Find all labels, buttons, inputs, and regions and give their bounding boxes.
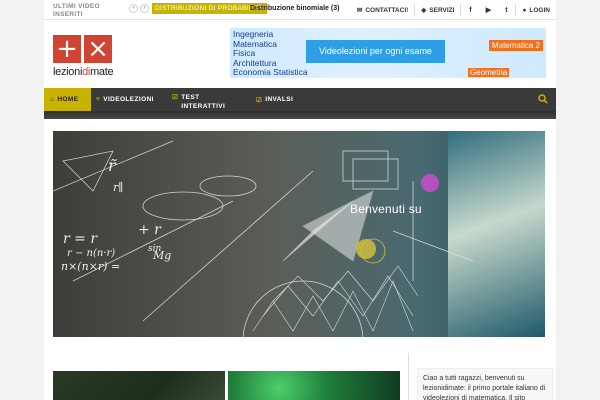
user-icon: ● <box>522 6 527 14</box>
nav-item-label: TEST INTERATTIVI <box>181 94 226 110</box>
page: ULTIMI VIDEO INSERITI ‹ › DISTRIBUZIONI … <box>0 0 600 400</box>
nav-item-label: VIDEOLEZIONI <box>103 96 154 103</box>
chevron-left-icon[interactable]: ‹ <box>129 4 138 13</box>
svg-text:n×(n×r) =: n×(n×r) = <box>61 260 120 273</box>
checkbox-icon: ☑ <box>172 94 179 101</box>
main-nav: ⌂ HOME ≡ VIDEOLEZIONI ☑ TEST INTERATTIVI… <box>44 88 556 111</box>
svg-text:+ r: + r <box>138 222 162 238</box>
nav-item-home[interactable]: ⌂ HOME <box>44 88 91 111</box>
ticker-arrows: ‹ › <box>129 4 149 13</box>
nav-shadow <box>44 111 556 119</box>
plus-icon: + <box>53 35 81 63</box>
welcome-text: Ciao a tutti ragazzi, benvenuti su lezio… <box>417 368 553 400</box>
ticker-title-link[interactable]: Distribuzione binomiale (3) <box>250 3 339 14</box>
nav-item-label: HOME <box>57 96 79 103</box>
facebook-icon[interactable]: f <box>461 7 479 14</box>
twitter-icon[interactable]: t <box>497 7 515 14</box>
login-link[interactable]: ● LOGIN <box>516 0 556 20</box>
nav-item-label: INVALSI <box>265 96 294 103</box>
ad-banner[interactable]: Ingegneria Matematica Fisica Architettur… <box>230 28 546 78</box>
hero-caption: Benvenuti su <box>350 202 422 216</box>
home-icon: ⌂ <box>50 96 55 103</box>
nav-item-videolezioni[interactable]: ≡ VIDEOLEZIONI <box>96 88 154 111</box>
banner-cta-button[interactable]: Videolezioni per ogni esame <box>306 40 445 63</box>
services-link[interactable]: ◈ SERVIZI <box>415 0 460 20</box>
contact-label: CONTATTACI! <box>365 6 409 14</box>
site-header: + × lezionidimate Ingegneria Matematica … <box>44 20 556 88</box>
logo-wordmark: lezionidimate <box>53 66 114 78</box>
banner-tag: Geometria <box>468 68 510 77</box>
services-label: SERVIZI <box>429 6 455 14</box>
hero-slider-image[interactable]: r = r r − n(n·r) n×(n×r) = + r Mg r̃ r∥ … <box>53 131 545 337</box>
site-logo[interactable]: + × lezionidimate <box>53 35 115 80</box>
article-thumbnail[interactable] <box>228 371 400 400</box>
top-bar: ULTIMI VIDEO INSERITI ‹ › DISTRIBUZIONI … <box>44 0 556 20</box>
contact-link[interactable]: ✉ CONTATTACI! <box>351 0 414 20</box>
svg-text:sin: sin <box>148 244 161 254</box>
search-icon[interactable] <box>538 94 548 104</box>
hero-section: r = r r − n(n·r) n×(n×r) = + r Mg r̃ r∥ … <box>44 119 556 340</box>
top-bar-links: ✉ CONTATTACI! ◈ SERVIZI f ▶ t ● LOGIN <box>351 0 556 20</box>
tag-icon: ◈ <box>421 7 427 14</box>
youtube-icon[interactable]: ▶ <box>479 6 497 14</box>
banner-subject: Economia Statistica <box>233 67 308 77</box>
banner-tag: Matematica 2 <box>488 40 543 51</box>
envelope-icon: ✉ <box>356 7 363 14</box>
banner-subject-list: Ingegneria Matematica Fisica Architettur… <box>233 29 308 78</box>
article-thumbnail[interactable] <box>53 371 225 400</box>
svg-text:r∥: r∥ <box>113 181 123 194</box>
menu-icon: ≡ <box>96 96 101 103</box>
times-icon: × <box>84 35 112 63</box>
recent-videos-label: ULTIMI VIDEO INSERITI <box>53 3 100 18</box>
svg-text:r = r: r = r <box>63 231 98 247</box>
chevron-right-icon[interactable]: › <box>140 4 149 13</box>
login-label: LOGIN <box>529 6 550 14</box>
nav-item-test-interattivi[interactable]: ☑ TEST INTERATTIVI <box>172 88 232 111</box>
divider <box>408 353 409 400</box>
svg-text:r − n(n·r): r − n(n·r) <box>67 248 115 259</box>
nav-item-invalsi[interactable]: ☑ INVALSI <box>256 88 293 111</box>
checkbox-icon: ☑ <box>256 97 263 104</box>
math-illustration: r = r r − n(n·r) n×(n×r) = + r Mg r̃ r∥ … <box>53 140 474 337</box>
svg-text:r̃: r̃ <box>108 156 117 175</box>
